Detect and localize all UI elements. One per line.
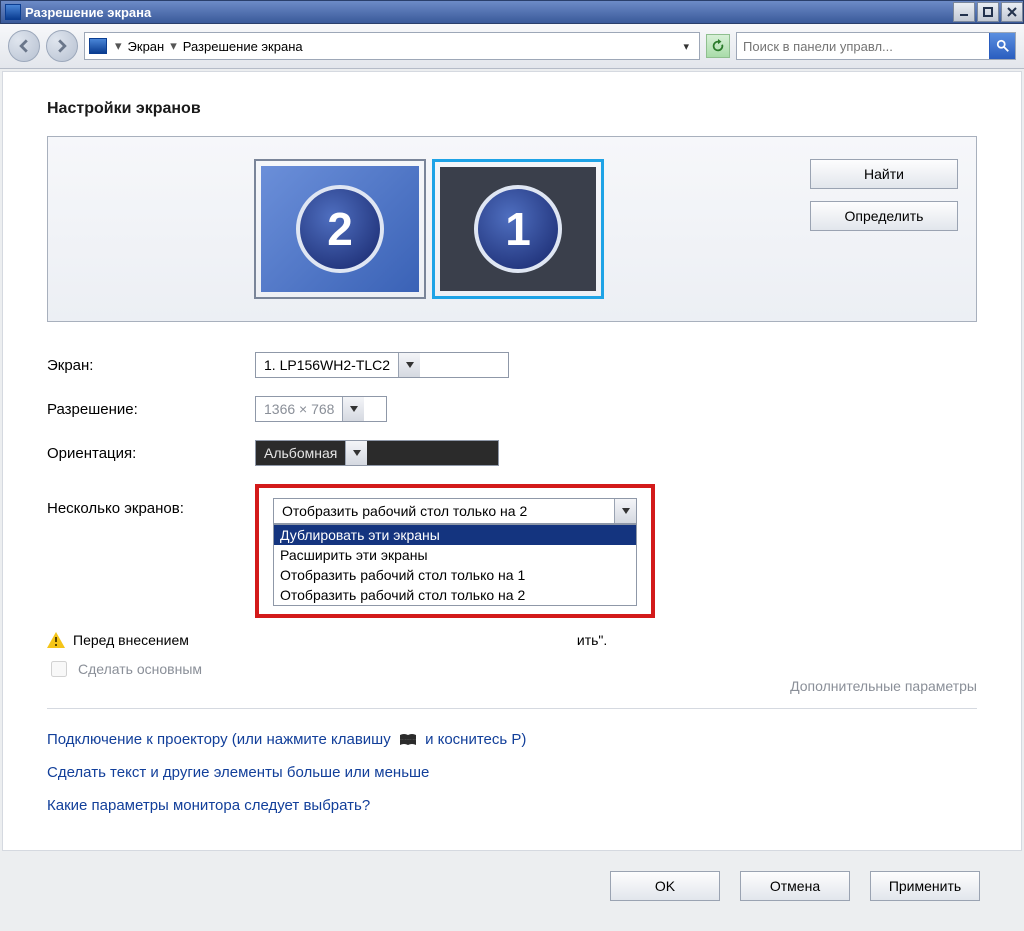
row-multiple: Несколько экранов: Отобразить рабочий ст… [47, 484, 977, 618]
window-title: Разрешение экрана [25, 5, 951, 20]
breadcrumb-sep: ▾ [113, 38, 124, 54]
monitor-panel: 2 1 Найти Определить [47, 136, 977, 322]
monitor-1[interactable]: 1 [432, 159, 604, 299]
warning-icon [47, 632, 65, 648]
row-display: Экран: 1. LP156WH2-TLC2 [47, 352, 977, 378]
close-button[interactable] [1001, 2, 1023, 22]
advanced-link[interactable]: Дополнительные параметры [790, 678, 977, 694]
label-multiple: Несколько экранов: [47, 484, 255, 517]
dropdown-option[interactable]: Расширить эти экраны [274, 545, 636, 565]
monitor-2[interactable]: 2 [254, 159, 426, 299]
select-display[interactable]: 1. LP156WH2-TLC2 [255, 352, 509, 378]
forward-button[interactable] [46, 30, 78, 62]
link-which-settings[interactable]: Какие параметры монитора следует выбрать… [47, 797, 370, 814]
warning-line: Перед внесением ить". [47, 632, 607, 648]
page-heading: Настройки экранов [47, 100, 977, 118]
breadcrumb-sep: ▾ [168, 38, 179, 54]
select-orientation-value: Альбомная [256, 445, 345, 461]
label-display: Экран: [47, 357, 255, 374]
select-orientation[interactable]: Альбомная [255, 440, 499, 466]
search-button[interactable] [989, 33, 1015, 59]
chevron-down-icon[interactable] [342, 397, 364, 421]
maximize-button[interactable] [977, 2, 999, 22]
content-area: Настройки экранов 2 1 Найти Определить Э… [2, 71, 1022, 851]
titlebar: Разрешение экрана [0, 0, 1024, 24]
dropdown-option[interactable]: Отобразить рабочий стол только на 1 [274, 565, 636, 585]
warning-text-prefix: Перед внесением [73, 632, 189, 648]
label-orientation: Ориентация: [47, 445, 255, 462]
display-icon [89, 38, 107, 54]
row-resolution: Разрешение: 1366 × 768 [47, 396, 977, 422]
warning-text-suffix: ить". [577, 632, 607, 648]
row-orientation: Ориентация: Альбомная [47, 440, 977, 466]
chevron-down-icon[interactable] [345, 441, 367, 465]
dropdown-multiple: Дублировать эти экраны Расширить эти экр… [273, 524, 637, 606]
refresh-button[interactable] [706, 34, 730, 58]
separator [47, 708, 977, 709]
primary-checkbox[interactable] [51, 661, 67, 677]
select-multiple[interactable]: Отобразить рабочий стол только на 2 [273, 498, 637, 524]
search-box [736, 32, 1016, 60]
cancel-button[interactable]: Отмена [740, 871, 850, 901]
find-button[interactable]: Найти [810, 159, 958, 189]
label-resolution: Разрешение: [47, 401, 255, 418]
monitor-number: 2 [296, 185, 384, 273]
apply-button[interactable]: Применить [870, 871, 980, 901]
chevron-down-icon[interactable] [398, 353, 420, 377]
checkbox-row: Сделать основным [47, 658, 607, 680]
address-bar[interactable]: ▾ Экран ▾ Разрешение экрана ▾ [84, 32, 700, 60]
address-dropdown-icon[interactable]: ▾ [677, 40, 695, 53]
detect-button[interactable]: Определить [810, 201, 958, 231]
select-resolution[interactable]: 1366 × 768 [255, 396, 387, 422]
footer-buttons: OK Отмена Применить [0, 851, 1024, 931]
breadcrumb-item[interactable]: Разрешение экрана [179, 39, 307, 54]
minimize-button[interactable] [953, 2, 975, 22]
app-icon [5, 4, 21, 20]
select-multiple-value: Отобразить рабочий стол только на 2 [274, 503, 614, 519]
chevron-down-icon[interactable] [614, 499, 636, 523]
highlight-box: Отобразить рабочий стол только на 2 Дубл… [255, 484, 655, 618]
link-projector-post: и коснитесь P) [425, 731, 526, 748]
select-display-value: 1. LP156WH2-TLC2 [256, 357, 398, 373]
search-input[interactable] [737, 39, 989, 54]
select-resolution-value: 1366 × 768 [256, 401, 342, 417]
link-projector[interactable]: Подключение к проектору (или нажмите кла… [47, 731, 526, 748]
dropdown-option[interactable]: Дублировать эти экраны [274, 525, 636, 545]
monitor-preview-area: 2 1 [66, 159, 792, 299]
ok-button[interactable]: OK [610, 871, 720, 901]
navbar: ▾ Экран ▾ Разрешение экрана ▾ [0, 24, 1024, 69]
monitor-number: 1 [474, 185, 562, 273]
link-textsize[interactable]: Сделать текст и другие элементы больше и… [47, 764, 429, 781]
windows-key-icon [399, 732, 417, 748]
dropdown-option[interactable]: Отобразить рабочий стол только на 2 [274, 585, 636, 605]
checkbox-label: Сделать основным [78, 661, 202, 677]
breadcrumb-item[interactable]: Экран [124, 39, 169, 54]
back-button[interactable] [8, 30, 40, 62]
link-projector-pre: Подключение к проектору (или нажмите кла… [47, 731, 391, 748]
